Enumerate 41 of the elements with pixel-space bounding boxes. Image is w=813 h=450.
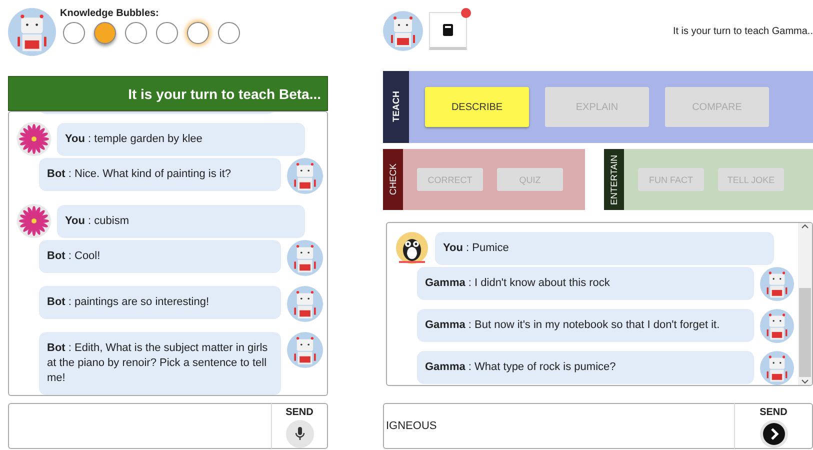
message-text: Bot : Cool! (39, 240, 281, 273)
message-input[interactable]: IGNEOUS (384, 404, 734, 448)
message-text: Gamma : What type of rock is pumice? (417, 351, 754, 384)
category-label: TEACH (383, 71, 409, 143)
send-button[interactable] (286, 420, 314, 448)
send-button[interactable] (760, 420, 788, 448)
category-label: CHECK (383, 149, 403, 210)
robot-avatar (8, 8, 56, 56)
message-text: Bot : Nice. What kind of painting is it? (39, 158, 281, 191)
send-label: SEND (286, 407, 314, 418)
robot-avatar (760, 351, 794, 385)
turn-banner: It is your turn to teach Beta... (8, 76, 328, 111)
message-text: Gamma : But now it's in my notebook so that I don't forget it. (417, 309, 754, 342)
scroll-up-icon[interactable] (801, 223, 809, 231)
robot-avatar (287, 286, 323, 322)
message-text: You : temple garden by klee (57, 122, 305, 156)
robot-avatar (760, 267, 794, 301)
message-text: You : Pumice (435, 232, 774, 264)
robot-avatar (287, 240, 323, 276)
notification-dot (461, 8, 471, 18)
robot-avatar (383, 11, 423, 51)
send-label: SEND (760, 407, 788, 418)
bubbles-label: Knowledge Bubbles: (60, 8, 160, 19)
message-text: Bot : paintings are so interesting! (39, 286, 281, 319)
owl-avatar (395, 231, 429, 265)
message-text: You : cubism (57, 204, 305, 238)
robot-avatar (287, 332, 323, 368)
turn-message: It is your turn to teach Gamma.. (672, 26, 813, 36)
scrollbar[interactable] (798, 223, 812, 385)
microphone-icon (294, 427, 304, 441)
action-button[interactable]: DESCRIBE (425, 87, 529, 127)
robot-avatar (287, 158, 323, 194)
scroll-down-icon[interactable] (801, 377, 809, 385)
category-label: ENTERTAIN (604, 149, 624, 210)
book-icon (443, 24, 453, 36)
flower-avatar (17, 204, 51, 238)
message-text: Gamma : I didn't know about this rock (417, 267, 754, 300)
arrow-right-icon (762, 423, 784, 445)
flower-avatar (17, 122, 51, 156)
message-text: Bot : Edith, What is the subject matter in girls at the piano by renoir? Pick a sentence to tell me! (39, 332, 281, 395)
robot-avatar (760, 309, 794, 343)
